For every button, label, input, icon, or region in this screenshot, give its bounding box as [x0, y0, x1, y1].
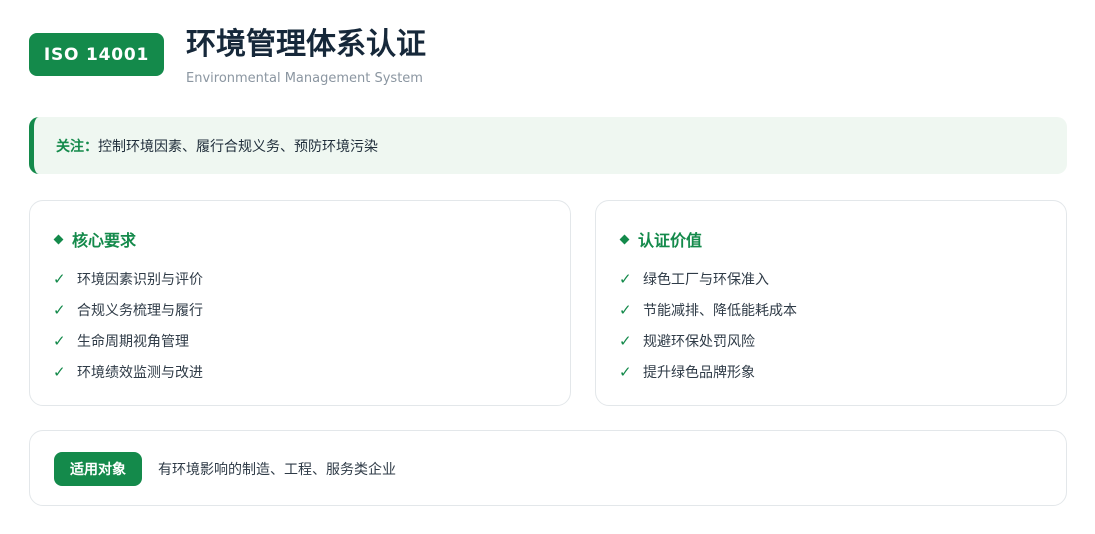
check-icon: ✓ [619, 269, 632, 288]
focus-callout: 关注： 控制环境因素、履行合规义务、预防环境污染 [29, 117, 1067, 174]
applicable-text: 有环境影响的制造、工程、服务类企业 [158, 462, 396, 478]
page-title: 环境管理体系认证 [186, 27, 426, 62]
list-item-label: 提升绿色品牌形象 [643, 364, 755, 381]
check-icon: ✓ [619, 331, 632, 350]
list-item: ✓ 环境绩效监测与改进 [53, 356, 203, 387]
certification-value-card: 认证价值 ✓ 绿色工厂与环保准入 ✓ 节能减排、降低能耗成本 ✓ 规避环保处罚风险 ✓… [595, 200, 1067, 406]
list-item-label: 生命周期视角管理 [77, 333, 189, 350]
list-item: ✓ 规避环保处罚风险 [619, 325, 797, 356]
check-icon: ✓ [53, 269, 66, 288]
list-item: ✓ 合规义务梳理与履行 [53, 294, 203, 325]
list-item: ✓ 环境因素识别与评价 [53, 263, 203, 294]
diamond-icon [619, 234, 630, 244]
page-subtitle: Environmental Management System [186, 71, 423, 86]
certification-value-title: 认证价值 [638, 231, 703, 250]
core-requirements-title: 核心要求 [72, 231, 137, 250]
applicable-card: 适用对象 有环境影响的制造、工程、服务类企业 [29, 430, 1067, 506]
list-item-label: 绿色工厂与环保准入 [643, 271, 769, 288]
check-icon: ✓ [619, 300, 632, 319]
check-icon: ✓ [53, 300, 66, 319]
certification-value-list: ✓ 绿色工厂与环保准入 ✓ 节能减排、降低能耗成本 ✓ 规避环保处罚风险 ✓ 提升绿色品… [619, 263, 797, 387]
certification-value-heading: 认证价值 [619, 227, 702, 251]
list-item: ✓ 绿色工厂与环保准入 [619, 263, 797, 294]
core-requirements-heading: 核心要求 [53, 227, 136, 251]
diamond-icon [53, 234, 64, 244]
list-item-label: 合规义务梳理与履行 [77, 302, 203, 319]
list-item: ✓ 生命周期视角管理 [53, 325, 203, 356]
applicable-tag: 适用对象 [54, 452, 142, 486]
list-item: ✓ 提升绿色品牌形象 [619, 356, 797, 387]
list-item-label: 节能减排、降低能耗成本 [643, 302, 797, 319]
check-icon: ✓ [619, 362, 632, 381]
focus-text: 控制环境因素、履行合规义务、预防环境污染 [98, 138, 378, 155]
core-requirements-card: 核心要求 ✓ 环境因素识别与评价 ✓ 合规义务梳理与履行 ✓ 生命周期视角管理 ✓ 环境… [29, 200, 571, 406]
iso-badge: ISO 14001 [29, 33, 164, 76]
core-requirements-list: ✓ 环境因素识别与评价 ✓ 合规义务梳理与履行 ✓ 生命周期视角管理 ✓ 环境绩效监测与… [53, 263, 203, 387]
check-icon: ✓ [53, 331, 66, 350]
focus-label: 关注： [56, 138, 98, 155]
page-header: ISO 14001 环境管理体系认证 Environmental Managem… [29, 25, 1069, 86]
list-item-label: 环境因素识别与评价 [77, 271, 203, 288]
list-item-label: 规避环保处罚风险 [643, 333, 755, 350]
list-item-label: 环境绩效监测与改进 [77, 364, 203, 381]
list-item: ✓ 节能减排、降低能耗成本 [619, 294, 797, 325]
check-icon: ✓ [53, 362, 66, 381]
